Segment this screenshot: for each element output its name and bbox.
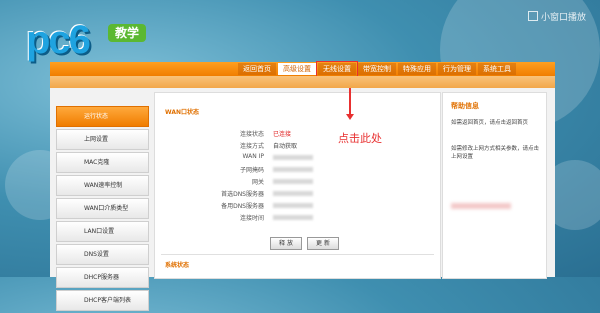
blurred-value bbox=[273, 203, 313, 208]
window-icon bbox=[527, 11, 538, 21]
annotation-arrow bbox=[349, 88, 351, 116]
system-status-title: 系统状态 bbox=[165, 262, 190, 269]
sidebar-item-dhcp-server[interactable]: DHCP服务器 bbox=[56, 267, 149, 288]
sidebar-item-mac-clone[interactable]: MAC克隆 bbox=[56, 152, 149, 173]
tab-behavior-management[interactable]: 行为管理 bbox=[438, 63, 476, 75]
status-row: 首选DNS服务器 bbox=[155, 189, 440, 199]
row-label: 连接状态 bbox=[239, 131, 264, 138]
annotation-click-here: 点击此处 bbox=[338, 132, 382, 145]
tab-wireless-settings[interactable]: 无线设置 bbox=[316, 61, 358, 77]
tab-home[interactable]: 返回首页 bbox=[238, 63, 276, 75]
help-title: 帮助信息 bbox=[451, 102, 479, 110]
help-panel: 帮助信息 如需返回首页，请点击返回首页 如需修改上网方式相关参数，请点击上网设置 bbox=[442, 92, 547, 279]
status-row: 连接时间 bbox=[155, 213, 440, 223]
blurred-value bbox=[273, 155, 313, 160]
mini-window-play[interactable]: 小窗口播放 bbox=[527, 10, 586, 23]
blurred-value bbox=[273, 215, 313, 220]
logo-text: pc6 bbox=[26, 18, 91, 62]
annotation-arrowhead bbox=[346, 114, 354, 120]
tab-system-tools[interactable]: 系统工具 bbox=[478, 63, 516, 75]
connection-status-value: 已连接 bbox=[273, 131, 292, 138]
status-row: 连接状态 已连接 bbox=[155, 129, 440, 139]
status-row: 备用DNS服务器 bbox=[155, 201, 440, 211]
sidebar-item-dns-settings[interactable]: DNS设置 bbox=[56, 244, 149, 265]
row-label: 连接方式 bbox=[239, 143, 264, 150]
status-row: WAN IP bbox=[155, 153, 440, 163]
blurred-value bbox=[451, 203, 511, 209]
wan-status-title: WAN口状态 bbox=[165, 109, 200, 116]
row-label: 备用DNS服务器 bbox=[221, 203, 264, 210]
sidebar-item-wan-rate-control[interactable]: WAN速率控制 bbox=[56, 175, 149, 196]
sidebar-item-dhcp-client-list[interactable]: DHCP客户端列表 bbox=[56, 290, 149, 311]
status-row: 网关 bbox=[155, 177, 440, 187]
row-label: 连接时间 bbox=[239, 215, 264, 222]
blurred-value bbox=[273, 191, 313, 196]
tab-advanced-settings[interactable]: 高级设置 bbox=[278, 63, 316, 75]
sidebar-item-running-status[interactable]: 运行状态 bbox=[56, 106, 149, 127]
top-navbar: 返回首页 高级设置 无线设置 带宽控制 特殊应用 行为管理 系统工具 bbox=[50, 61, 555, 77]
nav-tabs: 返回首页 高级设置 无线设置 带宽控制 特殊应用 行为管理 系统工具 bbox=[238, 61, 516, 77]
tab-bandwidth-control[interactable]: 带宽控制 bbox=[358, 63, 396, 75]
help-text-settings: 如需修改上网方式相关参数，请点击上网设置 bbox=[451, 146, 540, 160]
release-button[interactable]: 释 放 bbox=[270, 237, 302, 250]
row-label: 首选DNS服务器 bbox=[221, 191, 264, 198]
row-label: 子网掩码 bbox=[239, 167, 264, 174]
status-row: 连接方式 自动获取 bbox=[155, 141, 440, 151]
blurred-value bbox=[273, 167, 313, 172]
sidebar-item-wan-media-type[interactable]: WAN口介质类型 bbox=[56, 198, 149, 219]
main-panel: WAN口状态 连接状态 已连接 连接方式 自动获取 WAN IP 子网掩码 网关… bbox=[154, 92, 441, 279]
row-label: WAN IP bbox=[242, 153, 265, 160]
row-label: 网关 bbox=[251, 179, 264, 186]
router-admin-page: 返回首页 高级设置 无线设置 带宽控制 特殊应用 行为管理 系统工具 运行状态 … bbox=[50, 61, 555, 311]
sidebar-item-internet-settings[interactable]: 上网设置 bbox=[56, 129, 149, 150]
help-text-home: 如需返回首页，请点击返回首页 bbox=[451, 120, 529, 126]
sub-navbar bbox=[50, 76, 555, 88]
blurred-value bbox=[273, 179, 313, 184]
logo-badge: 教学 bbox=[108, 24, 146, 42]
section-divider bbox=[161, 254, 434, 255]
connection-type-value: 自动获取 bbox=[273, 143, 298, 150]
sidebar-item-lan-settings[interactable]: LAN口设置 bbox=[56, 221, 149, 242]
sidebar-menu: 运行状态 上网设置 MAC克隆 WAN速率控制 WAN口介质类型 LAN口设置 … bbox=[56, 106, 149, 313]
mini-window-label: 小窗口播放 bbox=[540, 13, 586, 23]
renew-button[interactable]: 更 新 bbox=[307, 237, 339, 250]
tab-special-apps[interactable]: 特殊应用 bbox=[398, 63, 436, 75]
status-row: 子网掩码 bbox=[155, 165, 440, 175]
